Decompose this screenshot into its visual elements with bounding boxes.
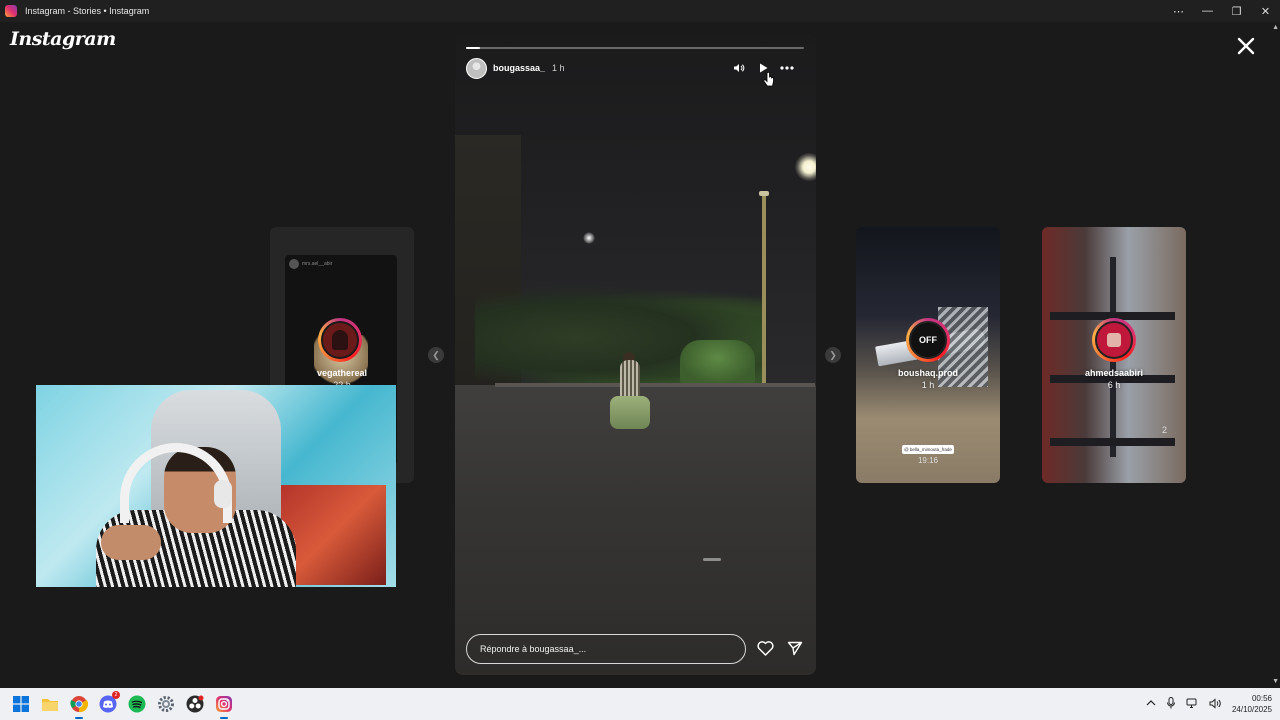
current-story[interactable]: bougassaa_ 1 h Répondre à bougassaa_... (455, 35, 816, 675)
instagram-app-icon (5, 5, 17, 17)
windows-start-icon[interactable] (10, 693, 32, 715)
close-window-button[interactable]: ✕ (1251, 0, 1280, 22)
story-image-lamphead (759, 191, 769, 196)
sticker-time: 19:16 (917, 456, 939, 465)
chrome-icon[interactable] (68, 693, 90, 719)
story-header: bougassaa_ 1 h (466, 57, 806, 79)
story-avatar-ring (1092, 318, 1136, 362)
obs-icon[interactable] (184, 693, 206, 715)
avatar[interactable] (466, 57, 487, 79)
story-image-streetlight (795, 153, 816, 181)
minimize-button[interactable]: — (1193, 0, 1222, 22)
mouse-cursor-icon (763, 72, 774, 87)
avatar (1095, 321, 1133, 359)
previous-story-button[interactable]: ❮ (428, 347, 444, 363)
close-stories-icon[interactable] (1234, 34, 1258, 58)
preview-mark: 2 (1162, 425, 1168, 435)
restore-button[interactable]: ❐ (1222, 0, 1251, 22)
avatar: OFF (909, 321, 947, 359)
window-title: Instagram - Stories • Instagram (25, 6, 150, 16)
story-time: 1 h (552, 63, 565, 73)
taskbar-apps: 2 (10, 688, 235, 720)
volume-icon[interactable] (1209, 697, 1222, 711)
instagram-icon[interactable] (213, 693, 235, 719)
like-heart-icon[interactable] (756, 639, 774, 657)
webcam-overlay (36, 385, 396, 587)
window-controls: ⋯ — ❐ ✕ (1164, 0, 1280, 22)
story-image-hedge (680, 340, 755, 385)
system-clock[interactable]: 00:56 24/10/2025 (1232, 693, 1272, 715)
story-image-distant-light (583, 232, 595, 244)
story-username: vegathereal (316, 368, 368, 378)
system-tray: 00:56 24/10/2025 (1146, 688, 1272, 720)
webcam-headset-earcup (214, 480, 232, 508)
window-titlebar: Instagram - Stories • Instagram ⋯ — ❐ ✕ (0, 0, 1280, 22)
clock-time: 00:56 (1251, 694, 1272, 703)
story-username: boushaq.prod (898, 368, 958, 378)
story-avatar-ring (318, 318, 362, 362)
chevron-up-icon[interactable] (1146, 699, 1156, 709)
scroll-up-icon[interactable]: ▲ (1272, 24, 1279, 31)
more-options-icon[interactable] (780, 61, 794, 75)
more-options-icon[interactable]: ⋯ (1164, 0, 1193, 22)
preview-mini-user: mrs.ael__abir (289, 259, 332, 269)
spotify-icon[interactable] (126, 693, 148, 715)
story-image-curb (495, 383, 815, 387)
story-username: ahmedsaabiri (1084, 368, 1144, 378)
clock-date: 24/10/2025 (1231, 705, 1272, 714)
scroll-down-icon[interactable]: ▼ (1272, 678, 1279, 685)
story-preview-ahmedsaabiri[interactable]: ahmedsaabiri 6 h 2 (1042, 227, 1186, 483)
story-preview-boushaq-prod[interactable]: OFF boushaq.prod 1 h @ bella_mimouta_fra… (856, 227, 1000, 483)
discord-icon[interactable]: 2 (97, 691, 120, 715)
instagram-logo[interactable]: Instagram (10, 28, 116, 50)
network-icon[interactable] (1186, 698, 1199, 711)
story-image-lamppost (762, 193, 766, 383)
taskbar: 2 00:56 24/10/2025 (0, 688, 1280, 720)
story-avatar-ring: OFF (906, 318, 950, 362)
discord-notification-badge: 2 (112, 691, 120, 699)
story-progress-fill (466, 47, 480, 49)
volume-icon[interactable] (732, 61, 746, 75)
story-image-rider (610, 352, 650, 435)
story-time: 6 h (1107, 380, 1121, 390)
story-username[interactable]: bougassaa_ (493, 63, 545, 73)
reply-actions (756, 639, 804, 657)
story-time: 1 h (921, 380, 935, 390)
webcam-person-hand (101, 525, 161, 560)
story-image-litter (703, 558, 721, 561)
file-explorer-icon[interactable] (39, 693, 61, 715)
next-story-button[interactable]: ❯ (825, 347, 841, 363)
preview-mini-username: mrs.ael__abir (302, 261, 333, 267)
settings-gear-icon[interactable] (155, 693, 177, 715)
mention-sticker: @ bella_mimouta_frade (902, 445, 954, 454)
microphone-icon[interactable] (1166, 697, 1176, 711)
send-message-icon[interactable] (786, 639, 804, 657)
avatar (321, 321, 359, 359)
scrollbar[interactable] (1272, 22, 1280, 688)
story-progress-bar (466, 47, 804, 49)
reply-input[interactable]: Répondre à bougassaa_... (466, 634, 746, 664)
